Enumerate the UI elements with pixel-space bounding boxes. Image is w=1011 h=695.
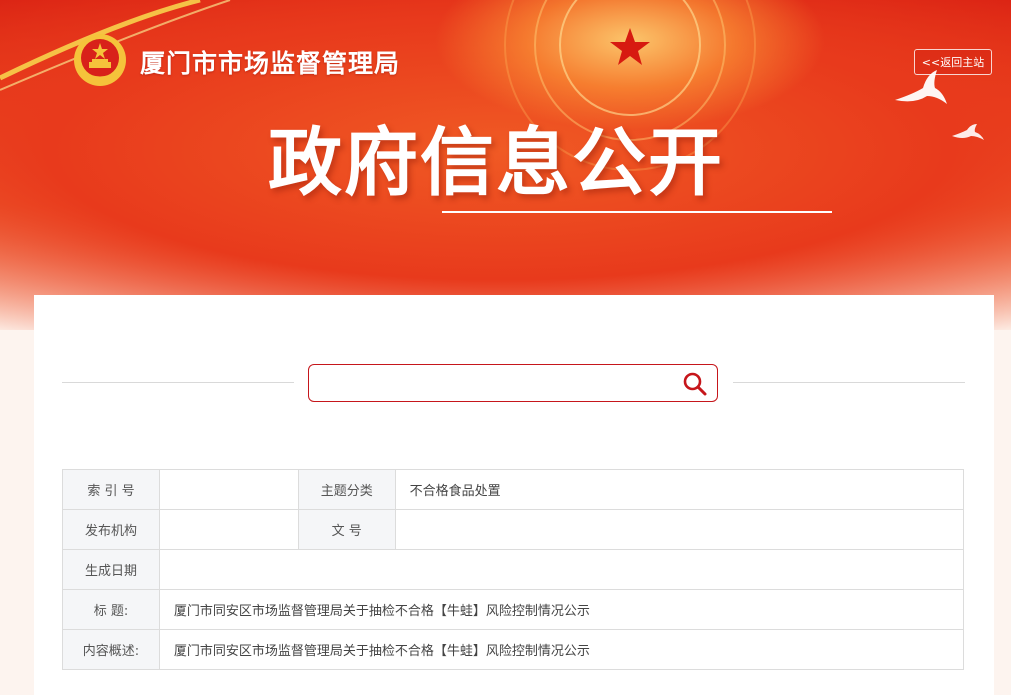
site-title: 厦门市市场监督管理局 <box>140 49 401 78</box>
dove-icon <box>895 70 947 104</box>
index-number-value <box>158 469 299 510</box>
index-number-label: 索 引 号 <box>62 469 160 510</box>
info-table: 索 引 号 主题分类 不合格食品处置 发布机构 文 号 生成日期 标 题: 厦门… <box>62 469 965 670</box>
search-divider-left <box>62 382 294 383</box>
search-input[interactable] <box>317 369 671 399</box>
topic-category-value: 不合格食品处置 <box>394 469 965 510</box>
document-number-value <box>394 509 965 550</box>
page-title: 政府信息公开 <box>268 120 724 206</box>
header-banner: 厦门市市场监督管理局 <<返回主站 政府信息公开 <box>0 0 1011 330</box>
publisher-value <box>158 509 299 550</box>
table-row: 标 题: 厦门市同安区市场监督管理局关于抽检不合格【牛蛙】风险控制情况公示 <box>62 589 965 630</box>
content-card: 索 引 号 主题分类 不合格食品处置 发布机构 文 号 生成日期 标 题: 厦门… <box>34 295 994 695</box>
dove-icon <box>952 124 984 140</box>
topic-category-label: 主题分类 <box>297 469 396 510</box>
title-value: 厦门市同安区市场监督管理局关于抽检不合格【牛蛙】风险控制情况公示 <box>158 589 965 630</box>
summary-label: 内容概述: <box>62 629 160 670</box>
search-divider-right <box>733 382 965 383</box>
search-box <box>308 364 718 402</box>
search-icon[interactable] <box>682 371 708 397</box>
document-number-label: 文 号 <box>297 509 396 550</box>
table-row: 索 引 号 主题分类 不合格食品处置 <box>62 469 965 510</box>
table-row: 内容概述: 厦门市同安区市场监督管理局关于抽检不合格【牛蛙】风险控制情况公示 <box>62 629 965 670</box>
publisher-label: 发布机构 <box>62 509 160 550</box>
generated-date-label: 生成日期 <box>62 549 160 590</box>
national-emblem-icon <box>74 34 126 86</box>
title-label: 标 题: <box>62 589 160 630</box>
summary-value: 厦门市同安区市场监督管理局关于抽检不合格【牛蛙】风险控制情况公示 <box>158 629 965 670</box>
table-row: 发布机构 文 号 <box>62 509 965 550</box>
title-underline <box>442 211 832 213</box>
table-row: 生成日期 <box>62 549 965 590</box>
generated-date-value <box>158 549 965 590</box>
